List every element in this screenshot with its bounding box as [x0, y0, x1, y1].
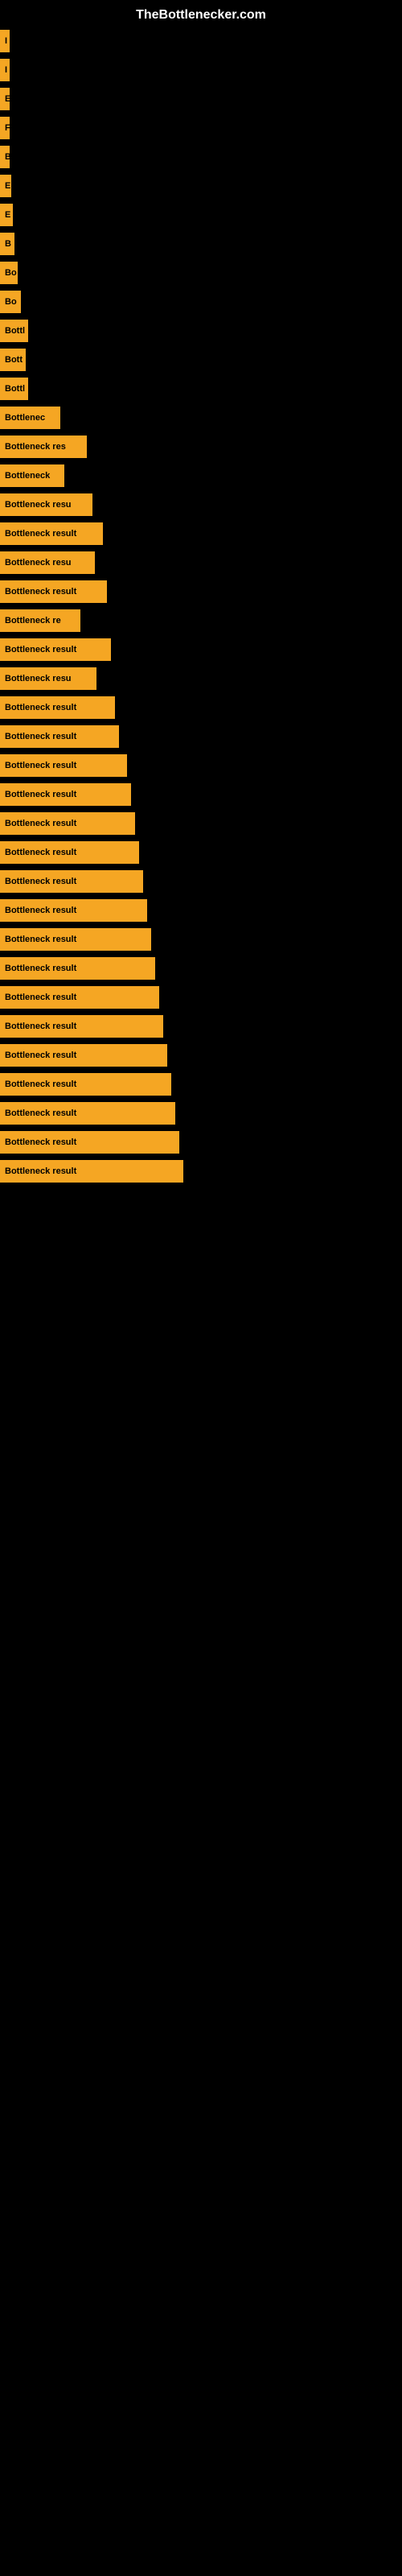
- result-bar-26: Bottleneck result: [0, 783, 131, 806]
- result-bar-17: Bottleneck result: [0, 522, 103, 545]
- result-bar-11: Bott: [0, 349, 26, 371]
- result-bar-30: Bottleneck result: [0, 899, 147, 922]
- bar-row: Bottleneck res: [0, 432, 402, 461]
- result-bar-21: Bottleneck result: [0, 638, 111, 661]
- bar-row: Bottleneck result: [0, 693, 402, 722]
- result-bar-12: Bottl: [0, 378, 28, 400]
- result-bar-2: E: [0, 88, 10, 110]
- bar-row: Bottleneck result: [0, 1157, 402, 1186]
- result-bar-19: Bottleneck result: [0, 580, 107, 603]
- result-bar-16: Bottleneck resu: [0, 493, 92, 516]
- result-bar-18: Bottleneck resu: [0, 551, 95, 574]
- bar-row: Bottleneck result: [0, 838, 402, 867]
- bar-row: Bott: [0, 345, 402, 374]
- bar-row: E: [0, 200, 402, 229]
- result-bar-31: Bottleneck result: [0, 928, 151, 951]
- bar-row: Bottleneck: [0, 461, 402, 490]
- bar-row: Bottleneck result: [0, 577, 402, 606]
- bar-row: Bottleneck result: [0, 954, 402, 983]
- result-bar-25: Bottleneck result: [0, 754, 127, 777]
- result-bar-10: Bottl: [0, 320, 28, 342]
- bar-row: I: [0, 27, 402, 56]
- result-bar-34: Bottleneck result: [0, 1015, 163, 1038]
- result-bar-36: Bottleneck result: [0, 1073, 171, 1096]
- bar-row: Bottleneck result: [0, 809, 402, 838]
- result-bar-9: Bo: [0, 291, 21, 313]
- result-bar-13: Bottlenec: [0, 407, 60, 429]
- bar-row: Bottleneck result: [0, 925, 402, 954]
- result-bar-6: E: [0, 204, 13, 226]
- result-bar-27: Bottleneck result: [0, 812, 135, 835]
- bar-row: Bottleneck result: [0, 635, 402, 664]
- bar-row: E: [0, 85, 402, 114]
- result-bar-20: Bottleneck re: [0, 609, 80, 632]
- bars-wrapper: IIEFBEEBBoBoBottlBottBottlBottlenecBottl…: [0, 27, 402, 1186]
- result-bar-29: Bottleneck result: [0, 870, 143, 893]
- bar-row: Bottleneck result: [0, 983, 402, 1012]
- bar-row: Bottleneck resu: [0, 548, 402, 577]
- bar-row: Bottleneck re: [0, 606, 402, 635]
- bar-row: Bottl: [0, 316, 402, 345]
- result-bar-15: Bottleneck: [0, 464, 64, 487]
- bar-row: Bo: [0, 287, 402, 316]
- bar-row: Bottleneck result: [0, 1070, 402, 1099]
- result-bar-28: Bottleneck result: [0, 841, 139, 864]
- result-bar-5: E: [0, 175, 11, 197]
- result-bar-4: B: [0, 146, 10, 168]
- bar-row: Bo: [0, 258, 402, 287]
- bar-row: Bottleneck resu: [0, 490, 402, 519]
- bar-row: Bottl: [0, 374, 402, 403]
- bar-row: E: [0, 171, 402, 200]
- bar-row: Bottleneck result: [0, 1012, 402, 1041]
- bar-row: Bottleneck result: [0, 1041, 402, 1070]
- bar-row: B: [0, 142, 402, 171]
- result-bar-32: Bottleneck result: [0, 957, 155, 980]
- site-title: TheBottlenecker.com: [0, 0, 402, 27]
- result-bar-33: Bottleneck result: [0, 986, 159, 1009]
- result-bar-37: Bottleneck result: [0, 1102, 175, 1125]
- result-bar-8: Bo: [0, 262, 18, 284]
- bar-row: Bottleneck result: [0, 1099, 402, 1128]
- result-bar-23: Bottleneck result: [0, 696, 115, 719]
- bar-row: Bottleneck result: [0, 519, 402, 548]
- bar-row: Bottleneck result: [0, 896, 402, 925]
- result-bar-7: B: [0, 233, 14, 255]
- bar-row: Bottleneck result: [0, 1128, 402, 1157]
- result-bar-14: Bottleneck res: [0, 436, 87, 458]
- result-bar-22: Bottleneck resu: [0, 667, 96, 690]
- result-bar-1: I: [0, 59, 10, 81]
- bar-row: Bottleneck result: [0, 867, 402, 896]
- bar-row: Bottleneck result: [0, 751, 402, 780]
- result-bar-35: Bottleneck result: [0, 1044, 167, 1067]
- bar-row: I: [0, 56, 402, 85]
- bar-row: F: [0, 114, 402, 142]
- result-bar-39: Bottleneck result: [0, 1160, 183, 1183]
- bar-row: Bottleneck resu: [0, 664, 402, 693]
- result-bar-38: Bottleneck result: [0, 1131, 179, 1154]
- result-bar-24: Bottleneck result: [0, 725, 119, 748]
- result-bar-3: F: [0, 117, 10, 139]
- result-bar-0: I: [0, 30, 10, 52]
- bar-row: Bottleneck result: [0, 780, 402, 809]
- bar-row: Bottleneck result: [0, 722, 402, 751]
- bar-row: B: [0, 229, 402, 258]
- bar-row: Bottlenec: [0, 403, 402, 432]
